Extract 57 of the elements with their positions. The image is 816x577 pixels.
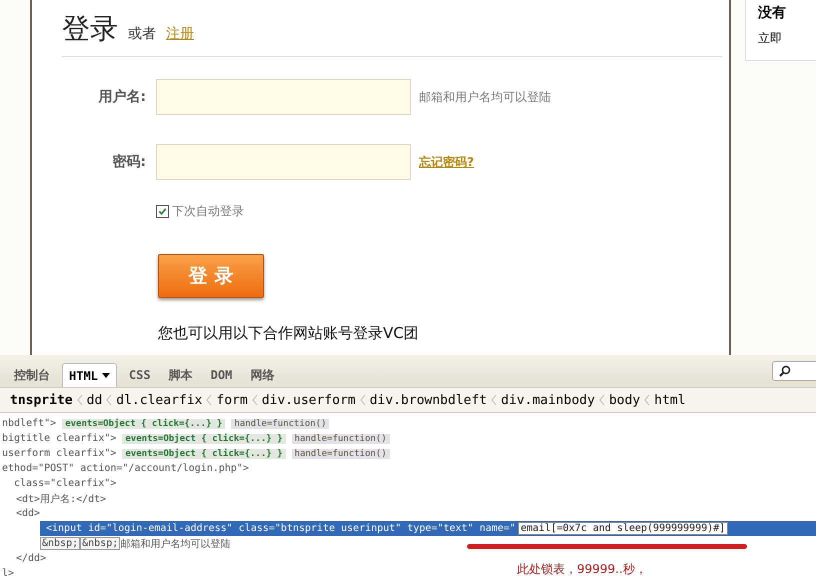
html-line[interactable]: 邮箱和用户名均可以登陆 xyxy=(120,536,230,550)
html-line[interactable]: class="clearfix"> xyxy=(14,478,116,489)
html-line[interactable]: <dt>用户名:</dt> xyxy=(16,492,106,506)
data-badge: events=Object { click={...} } xyxy=(122,448,286,458)
devtools-tab[interactable]: HTML xyxy=(62,363,117,387)
field-label: 密码: xyxy=(111,153,146,171)
chevron-icon xyxy=(252,394,258,406)
chevron-icon xyxy=(598,394,605,406)
html-line[interactable]: nbdleft"> xyxy=(2,418,56,429)
partner-login-text: 您也可以用以下合作网站账号登录VC团 xyxy=(158,324,420,343)
data-badge: handle=function() xyxy=(292,448,390,458)
devtools-tab[interactable]: CSS xyxy=(122,363,157,387)
breadcrumb[interactable]: tnsprite xyxy=(10,392,73,408)
devtools-tab[interactable]: 控制台 xyxy=(8,363,56,387)
html-line[interactable]: userform clearfix"> xyxy=(2,448,116,459)
html-line[interactable]: ethod="POST" action="/account/login.php"> xyxy=(2,463,249,474)
data-badge: handle=function() xyxy=(231,418,330,428)
checkbox[interactable] xyxy=(156,205,169,218)
chevron-icon xyxy=(76,394,83,406)
field-hint: 邮箱和用户名均可以登陆 xyxy=(419,88,551,106)
search-field[interactable] xyxy=(772,361,816,381)
breadcrumb[interactable]: dd xyxy=(86,392,102,408)
annotation-text: 此处锁表，99999..秒， xyxy=(517,561,647,577)
breadcrumb[interactable]: html xyxy=(654,392,686,408)
devtools-tab[interactable]: DOM xyxy=(204,363,238,387)
data-badge: handle=function() xyxy=(292,434,390,444)
page-title: 登录 xyxy=(62,11,118,47)
breadcrumb[interactable]: body xyxy=(608,392,640,408)
chevron-icon xyxy=(106,394,112,406)
data-badge: events=Object { click={...} } xyxy=(122,434,286,444)
breadcrumb[interactable]: dl.clearfix xyxy=(116,392,202,408)
remember-me-label: 下次自动登录 xyxy=(172,203,244,220)
breadcrumb[interactable]: form xyxy=(216,392,248,408)
input-field[interactable] xyxy=(156,79,411,115)
attribute-edit-field[interactable]: email[=0x7c and sleep(999999999)#] xyxy=(518,522,728,535)
search-icon xyxy=(779,365,791,377)
side-card-title: 没有 xyxy=(758,4,788,22)
devtools-tab[interactable]: 脚本 xyxy=(162,363,199,387)
breadcrumb[interactable]: div.userform xyxy=(262,392,356,408)
data-badge: events=Object { click={...} } xyxy=(62,418,226,428)
chevron-icon xyxy=(206,394,212,406)
breadcrumb[interactable]: div.brownbdleft xyxy=(370,392,488,408)
chevron-icon xyxy=(360,394,366,406)
input-field[interactable] xyxy=(156,144,411,180)
or-text: 或者 xyxy=(128,25,156,43)
side-card-text: 立即 xyxy=(758,30,784,47)
chevron-icon xyxy=(491,394,498,406)
entity-tag: &nbsp; xyxy=(80,537,120,550)
chevron-icon xyxy=(644,394,650,406)
breadcrumb[interactable]: div.mainbody xyxy=(501,392,595,408)
html-line[interactable]: </dd> xyxy=(16,553,46,564)
field-label: 用户名: xyxy=(97,88,146,106)
entity-tag: &nbsp; xyxy=(40,537,80,550)
html-line[interactable]: l> xyxy=(2,568,14,577)
devtools-tab[interactable]: 网络 xyxy=(244,363,280,387)
html-line[interactable]: bigtitle clearfix"> xyxy=(2,433,116,444)
html-line[interactable]: <dd> xyxy=(16,508,40,519)
